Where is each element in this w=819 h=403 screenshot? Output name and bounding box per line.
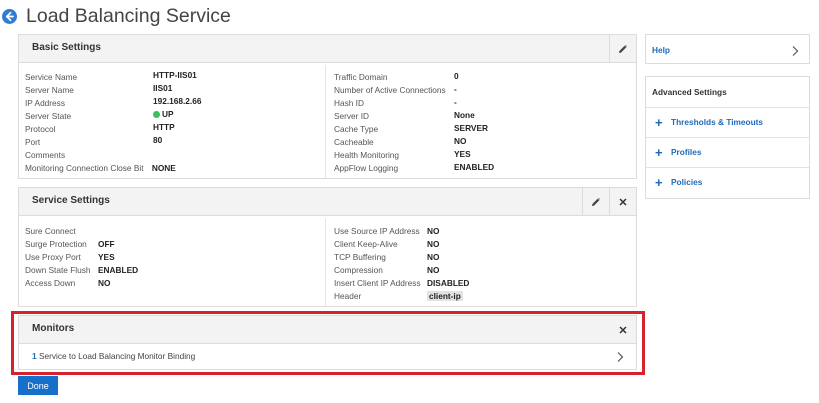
basic-settings-right-labels: Traffic Domain Number of Active Connecti… (334, 71, 446, 175)
field-label: Down State Flush (25, 265, 91, 275)
advanced-settings-panel: Advanced Settings + Thresholds & Timeout… (645, 76, 810, 199)
field-label: Health Monitoring (334, 150, 400, 160)
header-value-highlight: client-ip (427, 291, 463, 301)
field-label: Use Proxy Port (25, 252, 81, 262)
field-value: 80 (153, 135, 163, 145)
field-label: Server Name (25, 85, 74, 95)
service-settings-header: Service Settings (19, 188, 636, 216)
field-value: HTTP (153, 122, 175, 132)
field-value: NO (427, 239, 440, 249)
field-value: - (454, 84, 457, 94)
basic-settings-header: Basic Settings (19, 35, 636, 63)
field-label: Insert Client IP Address (334, 278, 421, 288)
edit-basic-settings-button[interactable] (609, 35, 636, 62)
basic-settings-panel: Basic Settings Service Name Server Name … (18, 34, 637, 179)
column-divider (325, 218, 326, 306)
field-label: Server ID (334, 111, 370, 121)
sidebar-item-label: Profiles (671, 147, 702, 157)
status-text: UP (162, 109, 174, 119)
field-value: ENABLED (454, 162, 495, 172)
field-label: Surge Protection (25, 239, 87, 249)
plus-icon: + (655, 145, 663, 160)
field-value: None (454, 110, 475, 120)
close-service-settings-button[interactable] (609, 188, 636, 215)
field-value: NO (427, 265, 440, 275)
field-value: ENABLED (98, 265, 139, 275)
sidebar-item-policies[interactable]: + Policies (646, 168, 809, 198)
field-label: Server State (25, 111, 72, 121)
field-value: NONE (151, 163, 176, 173)
service-settings-left-values: OFF YES ENABLED NO (98, 225, 138, 290)
pencil-icon (590, 196, 602, 208)
field-label: Protocol (25, 124, 56, 134)
help-link: Help (652, 45, 670, 55)
field-value: 192.168.2.66 (153, 96, 202, 106)
page-title: Load Balancing Service (26, 5, 231, 27)
plus-icon: + (655, 175, 663, 190)
basic-settings-right-values: 0 - - None SERVER NO YES ENABLED (454, 70, 494, 174)
field-value: NO (427, 226, 440, 236)
field-value: OFF (98, 239, 115, 249)
sidebar-item-thresholds[interactable]: + Thresholds & Timeouts (646, 108, 809, 138)
service-settings-left-labels: Sure Connect Surge Protection Use Proxy … (25, 225, 90, 290)
advanced-settings-title: Advanced Settings (652, 87, 727, 97)
field-label: Use Source IP Address (334, 226, 420, 236)
field-label: Service Name (25, 72, 78, 82)
field-value: NO (454, 136, 467, 146)
field-label: Cacheable (334, 137, 374, 147)
field-label: IP Address (25, 98, 65, 108)
sidebar-item-label: Policies (671, 177, 703, 187)
field-label: TCP Buffering (334, 252, 386, 262)
field-value: IIS01 (153, 83, 173, 93)
field-label: Client Keep-Alive (334, 239, 398, 249)
server-state-value: UP (153, 108, 201, 121)
field-label: Cache Type (334, 124, 379, 134)
basic-settings-left-labels: Service Name Server Name IP Address Serv… (25, 71, 77, 162)
field-value: - (454, 97, 457, 107)
field-value: NO (98, 278, 111, 288)
field-value: NO (427, 252, 440, 262)
help-panel[interactable]: Help (645, 34, 810, 64)
done-button[interactable]: Done (18, 376, 58, 395)
field-label: Traffic Domain (334, 72, 388, 82)
field-value: DISABLED (427, 278, 470, 288)
chevron-right-icon (791, 44, 799, 62)
field-label: Comments (25, 150, 66, 160)
field-value: YES (454, 149, 471, 159)
sidebar-item-profiles[interactable]: + Profiles (646, 138, 809, 168)
field-value (98, 225, 138, 238)
field-label: Header (334, 291, 362, 301)
field-label: Number of Active Connections (334, 85, 446, 95)
column-divider (325, 65, 326, 178)
service-settings-right-values: NO NO NO NO DISABLED client-ip (427, 225, 469, 303)
sidebar-item-label: Thresholds & Timeouts (671, 117, 764, 127)
pencil-icon (617, 43, 629, 55)
basic-settings-left-values: HTTP-IIS01 IIS01 192.168.2.66 UP HTTP 80 (153, 69, 201, 147)
service-settings-panel: Service Settings Sure Connect Surge Prot… (18, 187, 637, 307)
field-value: HTTP-IIS01 (153, 70, 197, 80)
field-label: Compression (334, 265, 383, 275)
field-value: SERVER (454, 123, 488, 133)
field-label: Sure Connect (25, 226, 76, 236)
field-label: Hash ID (334, 98, 364, 108)
field-value: YES (98, 252, 115, 262)
status-dot-icon (153, 111, 160, 118)
service-settings-title: Service Settings (32, 195, 110, 206)
edit-service-settings-button[interactable] (582, 188, 609, 215)
field-value: 0 (454, 71, 459, 81)
highlight-frame (11, 311, 645, 375)
back-arrow-icon[interactable] (2, 9, 17, 24)
plus-icon: + (655, 115, 663, 130)
field-label: Monitoring Connection Close Bit (25, 163, 144, 173)
field-label: AppFlow Logging (334, 163, 399, 173)
basic-settings-title: Basic Settings (32, 42, 101, 53)
service-settings-right-labels: Use Source IP Address Client Keep-Alive … (334, 225, 421, 303)
field-label: Port (25, 137, 41, 147)
header-value: client-ip (427, 290, 469, 303)
close-icon (618, 197, 628, 207)
field-label: Access Down (25, 278, 76, 288)
monitoring-close-bit-row: Monitoring Connection Close Bit NONE (25, 162, 176, 175)
